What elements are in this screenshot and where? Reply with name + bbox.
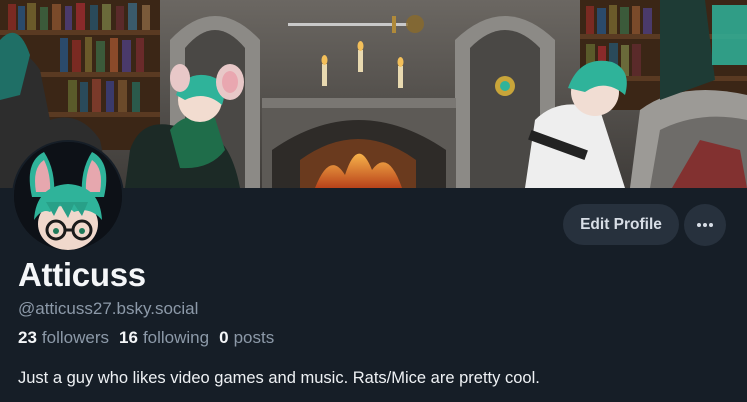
banner-image [0, 0, 747, 188]
following-label: following [142, 328, 210, 347]
following-link[interactable]: 16 following [119, 328, 209, 348]
profile-handle: @atticuss27.bsky.social [18, 299, 199, 318]
avatar[interactable] [14, 142, 122, 250]
posts-count: 0 [219, 328, 229, 347]
edit-profile-button[interactable]: Edit Profile [563, 204, 679, 245]
following-count: 16 [119, 328, 138, 347]
posts-stat: 0 posts [219, 328, 274, 348]
followers-link[interactable]: 23 followers [18, 328, 109, 348]
more-options-button[interactable] [684, 204, 726, 246]
posts-label: posts [233, 328, 275, 347]
avatar-frame [12, 140, 124, 252]
profile-bio: Just a guy who likes video games and mus… [18, 369, 540, 387]
ellipsis-icon [697, 223, 713, 227]
followers-label: followers [41, 328, 110, 347]
display-name: Atticuss [18, 256, 146, 293]
avatar-image [14, 142, 122, 250]
followers-count: 23 [18, 328, 37, 347]
profile-stats: 23 followers 16 following 0 posts [18, 328, 274, 348]
profile-banner[interactable] [0, 0, 747, 188]
